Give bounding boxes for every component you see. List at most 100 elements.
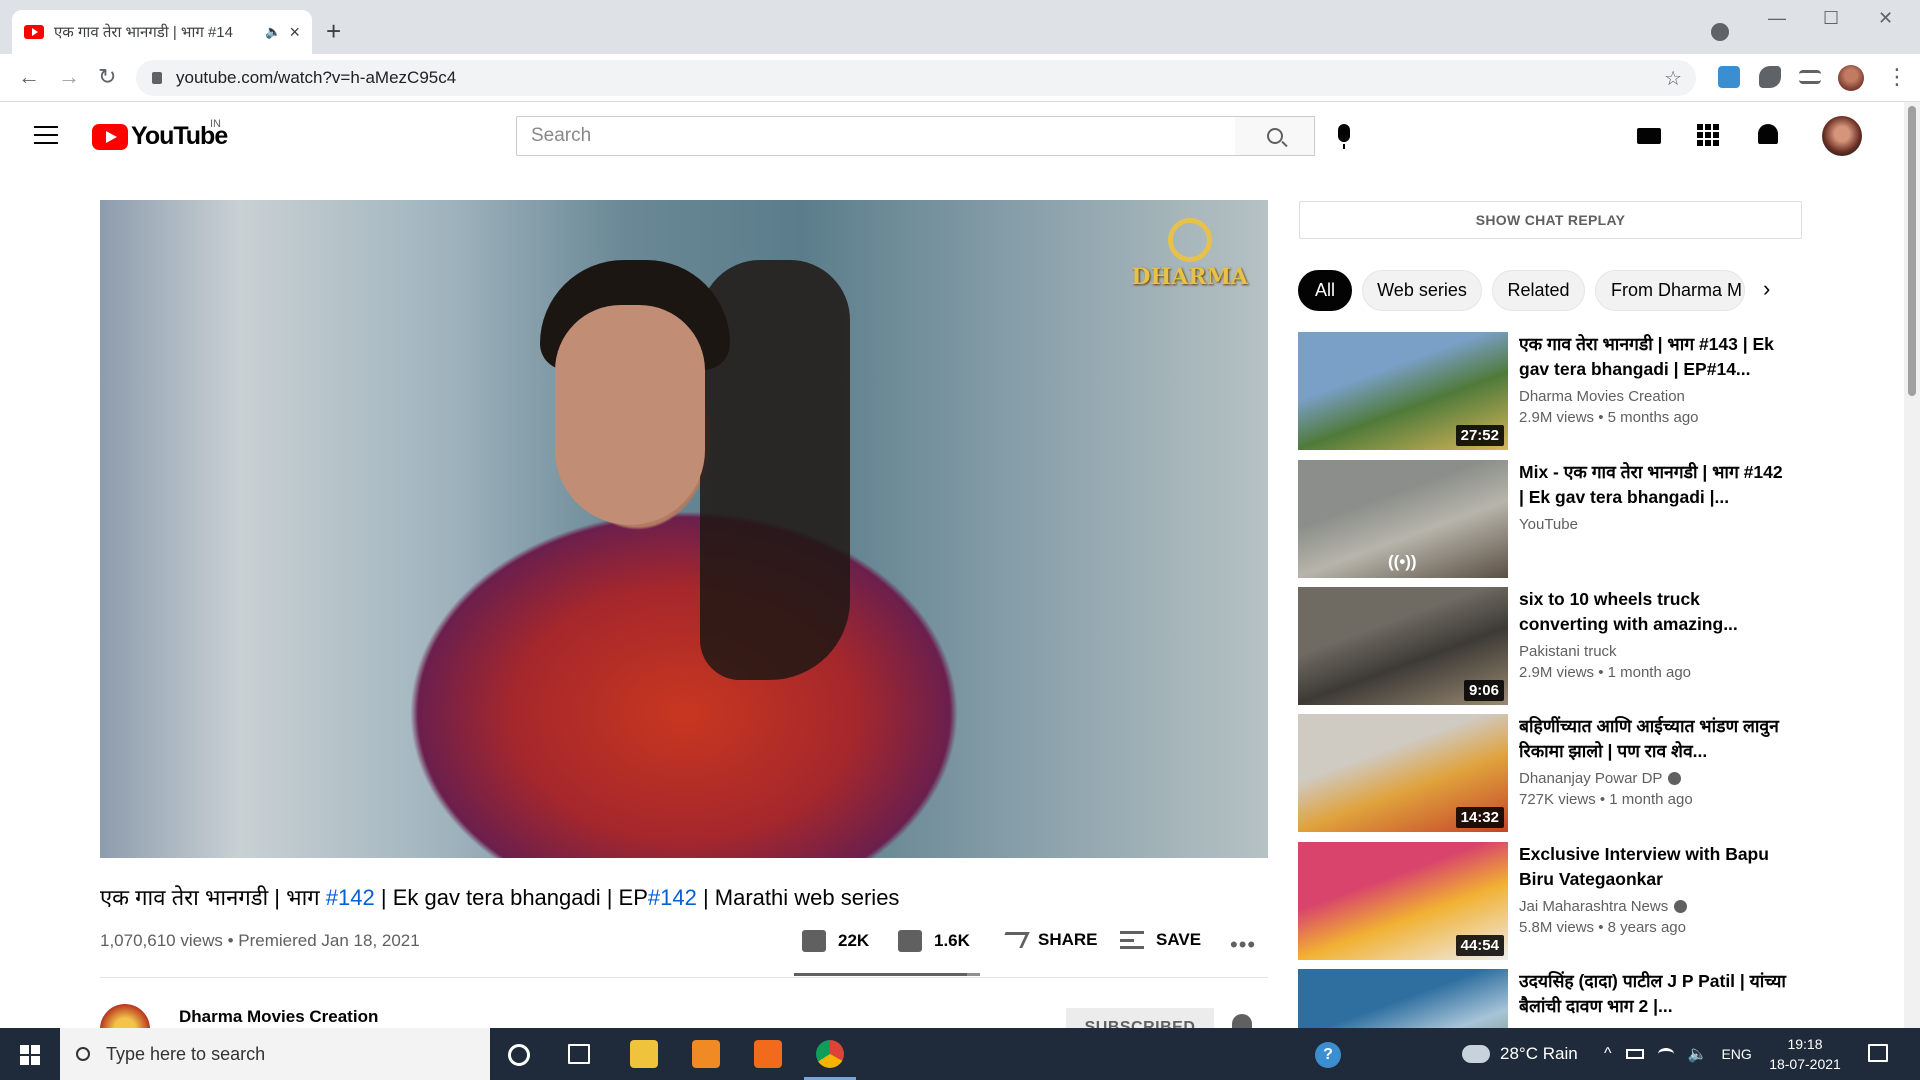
recommendation-title[interactable]: एक गाव तेरा भानगडी | भाग #143 | Ek gav t… [1519, 332, 1789, 382]
window-close-button[interactable]: ✕ [1878, 8, 1893, 29]
recommendation-thumbnail[interactable]: 14:32 [1298, 714, 1508, 832]
file-explorer-icon[interactable] [630, 1040, 658, 1068]
recommendation-thumbnail[interactable]: 27:52 [1298, 332, 1508, 450]
chips-next-arrow-icon[interactable]: › [1763, 276, 1770, 302]
recommendation-channel[interactable]: Jai Maharashtra News [1519, 898, 1789, 915]
more-actions-button[interactable]: ••• [1230, 932, 1256, 958]
wifi-icon[interactable] [1657, 1048, 1674, 1060]
share-label: SHARE [1038, 930, 1098, 949]
hashtag-link-1[interactable]: #142 [326, 885, 375, 910]
help-icon[interactable]: ? [1315, 1042, 1341, 1068]
recommendation-title[interactable]: six to 10 wheels truck converting with a… [1519, 587, 1789, 637]
create-video-icon[interactable] [1637, 128, 1661, 144]
taskbar-clock[interactable]: 19:18 18-07-2021 [1765, 1034, 1845, 1074]
bookmark-star-icon[interactable]: ☆ [1664, 66, 1682, 91]
recommendation-channel[interactable]: Dharma Movies Creation [1519, 388, 1789, 405]
recommendation-item[interactable]: ((•)) Mix - एक गाव तेरा भानगडी | भाग #142… [1298, 460, 1802, 578]
recommendation-item[interactable]: 9:06 six to 10 wheels truck converting wi… [1298, 587, 1802, 705]
cortana-icon[interactable] [508, 1044, 530, 1066]
dislike-button[interactable]: 1.6K [898, 930, 970, 952]
lock-icon[interactable] [152, 72, 162, 84]
recommendation-channel[interactable]: YouTube [1519, 516, 1789, 533]
address-bar[interactable]: youtube.com/watch?v=h-aMezC95c4 ☆ [136, 60, 1696, 96]
recommendation-thumbnail[interactable]: ((•)) [1298, 460, 1508, 578]
url-text[interactable]: youtube.com/watch?v=h-aMezC95c4 [176, 68, 456, 88]
chip-all[interactable]: All [1298, 270, 1352, 311]
forward-button[interactable]: → [58, 64, 80, 90]
video-views-date: 1,070,610 views • Premiered Jan 18, 2021 [100, 931, 420, 950]
language-indicator[interactable]: ENG [1721, 1046, 1751, 1062]
share-button[interactable]: SHARE [998, 930, 1098, 950]
weather-widget[interactable]: 28°C Rain [1462, 1028, 1578, 1080]
notifications-bell-icon[interactable] [1758, 124, 1778, 144]
search-input[interactable] [531, 125, 1235, 147]
chip-web-series[interactable]: Web series [1362, 270, 1482, 311]
recommendation-channel[interactable]: Pakistani truck [1519, 643, 1789, 660]
recommendation-title[interactable]: Mix - एक गाव तेरा भानगडी | भाग #142 | Ek… [1519, 460, 1789, 510]
tab-audio-icon[interactable]: 🔈 [265, 24, 281, 40]
voice-search-mic-icon[interactable] [1338, 124, 1350, 149]
recommendation-item[interactable]: 27:52 एक गाव तेरा भानगडी | भाग #143 | Ek … [1298, 332, 1802, 450]
video-title: एक गाव तेरा भानगडी | भाग #142 | Ek gav t… [100, 882, 899, 912]
recommendation-item[interactable]: 14:32 बहिणींच्यात आणि आईच्यात भांडण लावुन… [1298, 714, 1802, 832]
volume-icon[interactable]: 🔈 [1688, 1044, 1708, 1064]
back-button[interactable]: ← [18, 64, 40, 90]
channel-watermark[interactable]: DHARMA [1131, 218, 1248, 290]
task-view-icon[interactable] [568, 1044, 590, 1064]
show-chat-replay-button[interactable]: SHOW CHAT REPLAY [1299, 201, 1802, 239]
channel-name[interactable]: Dharma Movies Creation [179, 1007, 378, 1027]
like-button[interactable]: 22K [802, 930, 869, 952]
reload-button[interactable]: ↻ [98, 64, 116, 90]
minimize-button[interactable]: — [1768, 8, 1786, 29]
system-tray-icons[interactable]: ^ 🔈 ENG [1604, 1028, 1752, 1080]
thumbs-up-icon [802, 930, 826, 952]
recommendation-channel-name: Dharma Movies Creation [1519, 388, 1685, 405]
search-button[interactable] [1235, 116, 1315, 156]
battery-icon[interactable] [1625, 1049, 1644, 1059]
recommendation-thumbnail[interactable]: 9:06 [1298, 587, 1508, 705]
youtube-logo[interactable]: YouTube IN [92, 118, 228, 151]
recommendation-title[interactable]: बहिणींच्यात आणि आईच्यात भांडण लावुन रिका… [1519, 714, 1789, 764]
recommendation-info: बहिणींच्यात आणि आईच्यात भांडण लावुन रिका… [1519, 714, 1789, 808]
extension-translate-icon[interactable] [1718, 66, 1740, 88]
recommendation-title[interactable]: Exclusive Interview with Bapu Biru Vateg… [1519, 842, 1789, 892]
media-control-icon[interactable] [1799, 70, 1821, 84]
recommendation-channel[interactable]: Dhananjay Powar DP [1519, 770, 1789, 787]
sublime-text-icon[interactable] [692, 1040, 720, 1068]
chrome-taskbar-icon[interactable] [816, 1040, 844, 1068]
save-button[interactable]: SAVE [1120, 930, 1201, 950]
chrome-menu-icon[interactable]: ⋮ [1886, 64, 1908, 90]
apps-grid-icon[interactable] [1697, 124, 1719, 146]
profile-avatar[interactable] [1838, 65, 1864, 91]
extensions-puzzle-icon[interactable] [1759, 66, 1781, 88]
new-tab-button[interactable]: + [326, 16, 341, 47]
title-text-2: | Ek gav tera bhangadi | EP [374, 885, 648, 910]
recommendation-item[interactable]: उदयसिंह (दादा) पाटील J P Patil | यांच्या… [1298, 969, 1802, 1028]
taskbar-search-box[interactable]: Type here to search [60, 1028, 490, 1080]
tab-search-icon[interactable] [1711, 23, 1729, 41]
taskbar-search-placeholder: Type here to search [106, 1043, 266, 1064]
windows-start-icon[interactable] [20, 1045, 40, 1065]
title-text-3: | Marathi web series [696, 885, 900, 910]
action-center-icon[interactable] [1868, 1044, 1888, 1062]
recommendation-thumbnail[interactable] [1298, 969, 1508, 1028]
recommendation-item[interactable]: 44:54 Exclusive Interview with Bapu Biru … [1298, 842, 1802, 960]
hashtag-link-2[interactable]: #142 [648, 885, 697, 910]
search-icon [1266, 128, 1283, 144]
recommendation-title[interactable]: उदयसिंह (दादा) पाटील J P Patil | यांच्या… [1519, 969, 1789, 1019]
chip-related[interactable]: Related [1492, 270, 1585, 311]
tab-close-button[interactable]: × [289, 22, 300, 43]
page-scrollbar[interactable] [1904, 102, 1920, 1028]
recommendation-thumbnail[interactable]: 44:54 [1298, 842, 1508, 960]
recommendation-meta: 2.9M views • 5 months ago [1519, 409, 1699, 426]
video-player[interactable]: DHARMA [100, 200, 1268, 858]
hamburger-menu-icon[interactable] [34, 126, 58, 144]
maximize-button[interactable]: ☐ [1823, 8, 1839, 29]
account-avatar[interactable] [1822, 116, 1862, 156]
browser-tab-youtube[interactable]: एक गाव तेरा भानगडी | भाग #14 🔈 × [12, 10, 312, 54]
xampp-icon[interactable] [754, 1040, 782, 1068]
chip-from-dharma[interactable]: From Dharma M [1595, 270, 1745, 311]
search-box[interactable] [516, 116, 1236, 156]
scrollbar-thumb[interactable] [1908, 106, 1916, 396]
tray-expand-icon[interactable]: ^ [1604, 1045, 1612, 1063]
